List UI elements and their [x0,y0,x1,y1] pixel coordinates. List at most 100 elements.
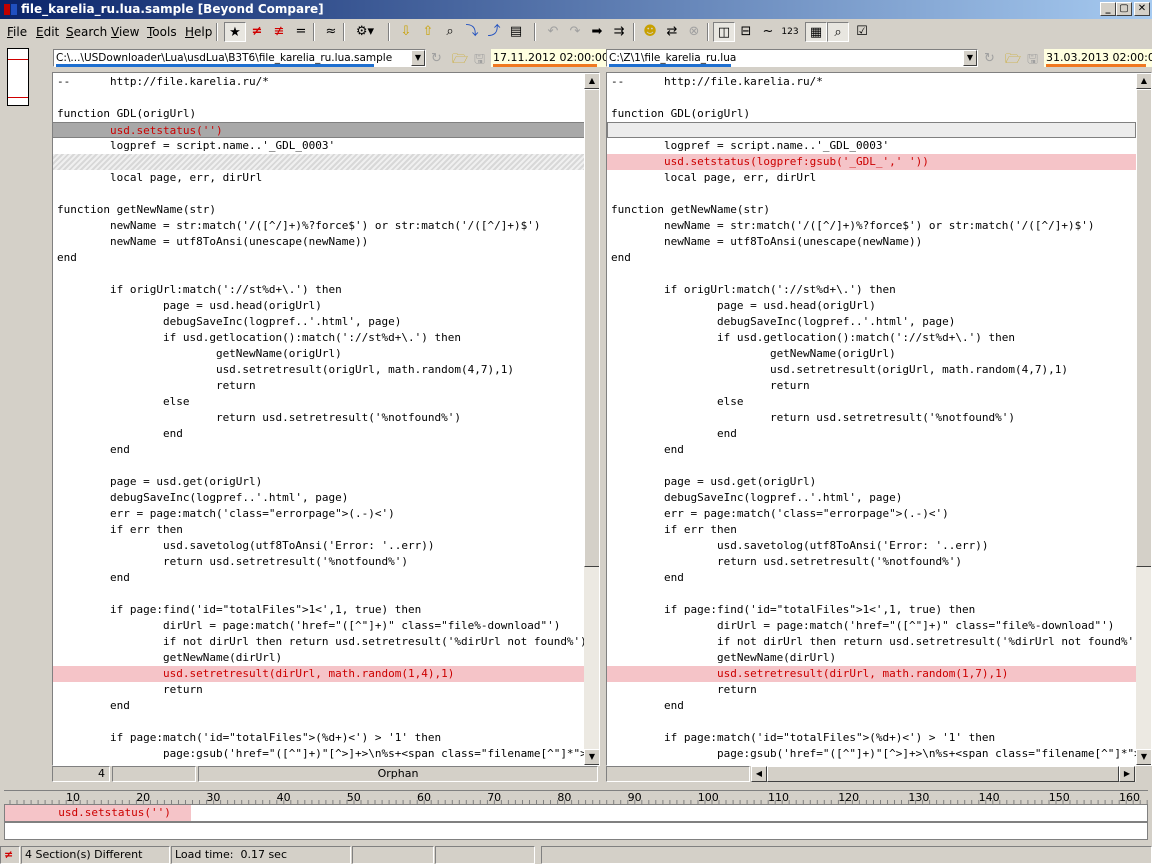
show-context-icon[interactable]: ▦ [805,22,827,42]
right-code-line[interactable]: end [607,250,1136,266]
right-code-line[interactable]: function GDL(origUrl) [607,106,1136,122]
right-code-line[interactable] [607,122,1136,138]
left-code-line[interactable]: page = usd.head(origUrl) [53,298,584,314]
left-code-line[interactable]: dirUrl = page:match('href="([^"]+)" clas… [53,618,584,634]
left-code-line[interactable]: function getNewName(str) [53,202,584,218]
refresh-icon[interactable]: ☻ [639,22,661,42]
find-text-icon[interactable]: ⌕ [827,22,849,42]
left-code-line[interactable] [53,458,584,474]
left-code-line[interactable]: usd.setretresult(origUrl, math.random(4,… [53,362,584,378]
right-code-line[interactable]: local page, err, dirUrl [607,170,1136,186]
left-back-icon[interactable]: ↻ [431,51,442,66]
left-code-line[interactable]: end [53,570,584,586]
left-scroll-thumb[interactable] [584,89,599,567]
right-hscroll-left-icon[interactable]: ◀ [751,766,767,782]
right-code-line[interactable]: getNewName(dirUrl) [607,650,1136,666]
stop-icon[interactable]: ⊗ [683,22,705,42]
right-code-line[interactable]: return [607,682,1136,698]
right-code-line[interactable]: else [607,394,1136,410]
right-hscroll[interactable]: ◀ ▶ [751,766,1136,782]
maximize-button[interactable]: ▢ [1116,2,1132,16]
session-settings-icon[interactable]: ⚙▾ [350,22,380,42]
menu-search[interactable]: Search [66,25,107,39]
right-code-line[interactable]: err = page:match('class="errorpage">(.-)… [607,506,1136,522]
left-code-line[interactable]: logpref = script.name..'_GDL_0003' [53,138,584,154]
prev-diff-icon[interactable]: ⇩ [395,22,417,42]
next-diff-icon[interactable]: ⇧ [417,22,439,42]
options-icon[interactable]: ☑ [851,22,873,42]
right-code-line[interactable] [607,266,1136,282]
left-code-line[interactable]: function GDL(origUrl) [53,106,584,122]
left-code-line[interactable]: return [53,378,584,394]
right-save-icon[interactable]: 🖫 [1027,50,1038,72]
left-code-line[interactable]: page = usd.get(origUrl) [53,474,584,490]
differences-icon[interactable]: ≠ [246,22,268,42]
menu-view[interactable]: View [111,25,139,39]
right-code-line[interactable]: end [607,570,1136,586]
right-code-line[interactable]: return usd.setretresult('%notfound%') [607,410,1136,426]
right-code-line[interactable] [607,458,1136,474]
right-open-folder-icon[interactable]: 🗁 [1005,50,1021,72]
right-scroll-down-icon[interactable]: ▼ [1136,749,1151,765]
right-code-line[interactable]: end [607,442,1136,458]
left-code-line[interactable]: getNewName(origUrl) [53,346,584,362]
right-code-line[interactable] [607,186,1136,202]
left-code-line[interactable]: end [53,250,584,266]
left-code-line[interactable] [53,90,584,106]
left-code-line[interactable]: if not dirUrl then return usd.setretresu… [53,634,599,650]
left-code-line[interactable]: -- http://file.karelia.ru/* [53,74,584,90]
find-icon[interactable]: ⌕ [439,22,461,42]
right-code-line[interactable]: -- http://file.karelia.ru/* [607,74,1136,90]
undo-icon[interactable]: ↶ [542,22,564,42]
left-code-line[interactable] [53,586,584,602]
swap-icon[interactable]: ⇄ [661,22,683,42]
left-open-folder-icon[interactable]: 🗁 [452,50,468,72]
left-code-line[interactable]: return usd.setretresult('%notfound%') [53,554,584,570]
menu-edit[interactable]: Edit [36,25,59,39]
left-code-line[interactable] [53,186,584,202]
same-icon[interactable]: = [290,22,312,42]
right-code-line[interactable]: if page:match('id="totalFiles">(%d+)<') … [607,730,1136,746]
left-code-line[interactable]: debugSaveInc(logpref..'.html', page) [53,314,584,330]
right-vscroll[interactable]: ▲ ▼ [1136,73,1151,765]
find-prev-icon[interactable]: ⤴ [483,22,505,42]
copy-to-right-icon[interactable]: ➡ [586,22,608,42]
right-code-line[interactable]: logpref = script.name..'_GDL_0003' [607,138,1136,154]
beyond-compare-app-icon[interactable] [3,2,18,17]
left-code-line[interactable]: if page:find('id="totalFiles">1<',1, tru… [53,602,584,618]
right-code-line[interactable]: page = usd.head(origUrl) [607,298,1136,314]
right-code-line[interactable]: if not dirUrl then return usd.setretresu… [607,634,1151,650]
right-code-line[interactable]: newName = str:match('/([^/]+)%?force$') … [607,218,1136,234]
right-code-line[interactable]: end [607,698,1136,714]
left-code-line[interactable]: else [53,394,584,410]
left-code-line[interactable]: usd.savetolog(utf8ToAnsi('Error: '..err)… [53,538,584,554]
left-code-line[interactable]: getNewName(dirUrl) [53,650,584,666]
right-code-line[interactable]: dirUrl = page:match('href="([^"]+)" clas… [607,618,1136,634]
right-code-line[interactable]: newName = utf8ToAnsi(unescape(newName)) [607,234,1136,250]
right-code-line[interactable] [607,586,1136,602]
right-code-line[interactable]: if page:find('id="totalFiles">1<',1, tru… [607,602,1136,618]
left-code-pane[interactable]: -- http://file.karelia.ru/* function GDL(… [52,72,600,766]
left-code-line[interactable]: if origUrl:match('://st%d+\.') then [53,282,584,298]
redo-icon[interactable]: ↷ [564,22,586,42]
left-code-line[interactable]: end [53,698,584,714]
right-code-line[interactable]: if err then [607,522,1136,538]
left-code-line[interactable]: newName = str:match('/([^/]+)%?force$') … [53,218,584,234]
all-files-icon[interactable]: ★ [224,22,246,42]
left-code-line[interactable]: if page:match('id="totalFiles">(%d+)<') … [53,730,584,746]
copy-line-icon[interactable]: ▤ [505,22,527,42]
right-scroll-thumb[interactable] [1136,89,1151,567]
right-code-line[interactable]: end [607,426,1136,442]
right-code-pane[interactable]: -- http://file.karelia.ru/* function GDL(… [606,72,1152,766]
left-vscroll[interactable]: ▲ ▼ [584,73,599,765]
overview-viewport[interactable] [7,48,29,106]
left-code-line[interactable]: err = page:match('class="errorpage">(.-)… [53,506,584,522]
over-under-icon[interactable]: ⊟ [735,22,757,42]
menu-help[interactable]: Help [185,25,212,39]
copy-to-left-icon[interactable]: ⇉ [608,22,630,42]
left-code-line[interactable]: return [53,682,584,698]
right-code-line[interactable]: usd.savetolog(utf8ToAnsi('Error: '..err)… [607,538,1136,554]
left-code-line[interactable]: end [53,426,584,442]
right-code-line[interactable]: page:gsub('href="([^"]+)"[^>]+>\n%s+<spa… [607,746,1141,762]
left-code-line[interactable]: local page, err, dirUrl [53,170,584,186]
